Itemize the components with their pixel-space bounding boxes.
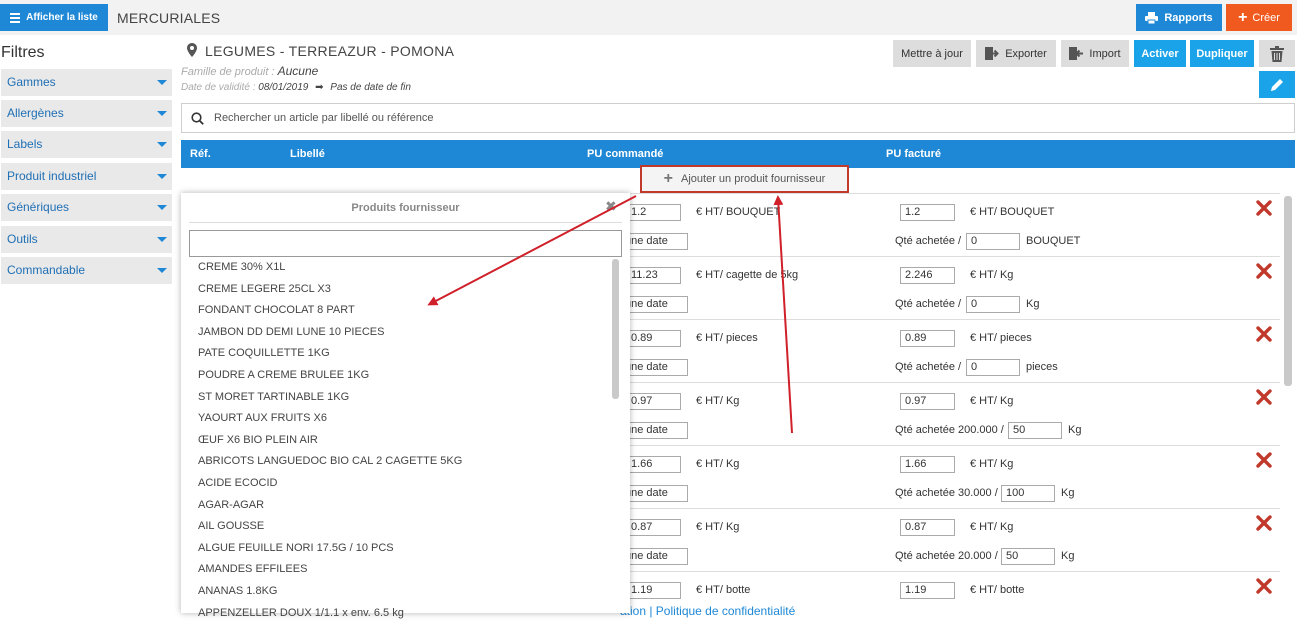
annotation-arrows — [0, 0, 1297, 613]
annotation-arrow-to-list — [430, 196, 636, 304]
annotation-arrow-to-button — [778, 198, 792, 433]
